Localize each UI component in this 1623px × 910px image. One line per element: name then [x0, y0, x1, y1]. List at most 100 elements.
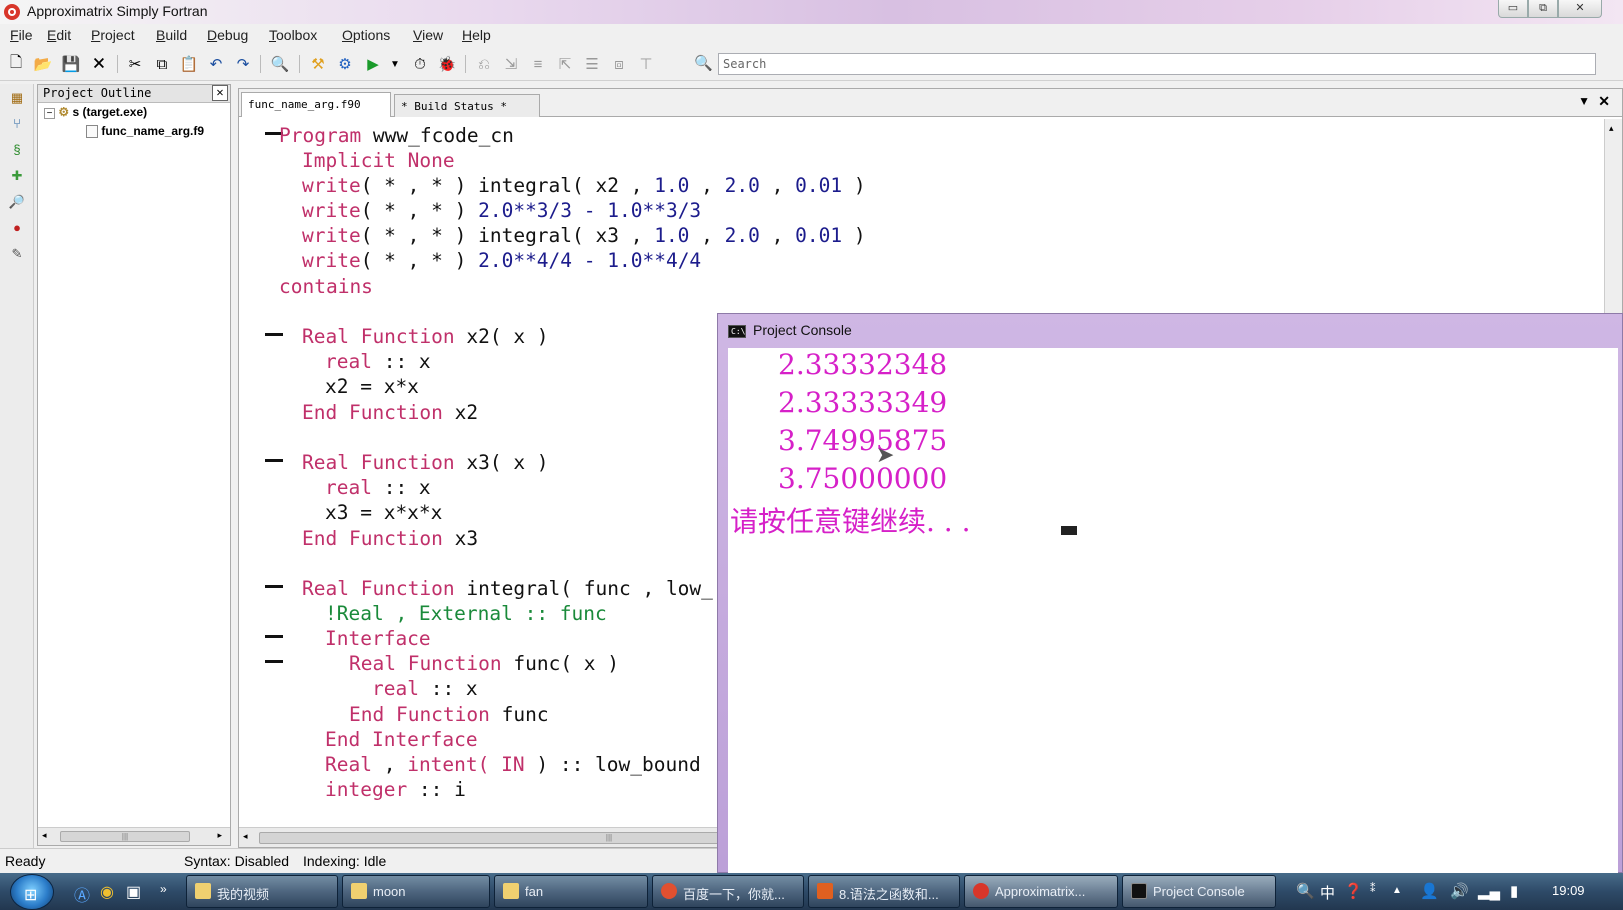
symbols-icon[interactable]: §	[7, 140, 27, 160]
step-into-icon[interactable]: ⇲	[501, 54, 521, 74]
code-line: End Interface	[325, 728, 478, 751]
app-logo-icon	[4, 4, 20, 20]
open-folder-icon[interactable]: 📂	[33, 54, 53, 74]
task-browser[interactable]: 百度一下，你就...	[652, 875, 804, 908]
menu-help[interactable]: Help	[462, 27, 491, 43]
network-icon[interactable]: ▂▄	[1478, 882, 1500, 900]
task-fan[interactable]: fan	[494, 875, 648, 908]
menu-view[interactable]: View	[413, 27, 443, 43]
hierarchy-icon[interactable]: ⑂	[7, 114, 27, 134]
save-icon[interactable]: 💾	[61, 54, 81, 74]
tray-expand-icon[interactable]: ▲	[1392, 885, 1402, 896]
find-icon[interactable]: 🔍	[270, 54, 290, 74]
tray-user-icon[interactable]: 👤	[1420, 882, 1439, 900]
code-line: Real Function integral( func , low_	[302, 577, 713, 600]
code-line: write( * , * ) integral( x2 , 1.0 , 2.0 …	[302, 174, 866, 197]
tab-close-icon[interactable]: ✕	[1598, 93, 1610, 110]
side-tool-strip: ▦ ⑂ § ✚ 🔎 ● ✎	[0, 84, 34, 854]
menu-debug[interactable]: Debug	[207, 27, 248, 43]
tree-file-label: func_name_arg.f9	[101, 124, 205, 138]
scroll-right-icon[interactable]: ▸	[217, 830, 222, 841]
console-title-bar[interactable]: C:\ Project Console	[718, 314, 1622, 346]
tab-build-status[interactable]: * Build Status *	[394, 94, 540, 117]
undo-icon[interactable]: ↶	[206, 54, 226, 74]
step-over-icon[interactable]: ≡	[528, 54, 548, 74]
tray-settings-icon[interactable]: ⁑	[1370, 882, 1376, 895]
console-output[interactable]: 2.33332348 2.33333349 3.74995875 3.75000…	[728, 348, 1618, 873]
tab-func-name-arg[interactable]: func_name_arg.f90	[241, 92, 391, 117]
task-project-console[interactable]: Project Console	[1122, 875, 1276, 908]
clock-icon[interactable]: ⏱	[410, 54, 430, 74]
scroll-left-icon[interactable]: ◂	[243, 831, 248, 842]
paste-icon[interactable]: 📋	[179, 54, 199, 74]
quick-launch-more-icon[interactable]: »	[160, 882, 167, 896]
power-icon[interactable]: ▮	[1510, 882, 1518, 900]
comment-icon[interactable]: ⊤	[636, 54, 656, 74]
puzzle-icon[interactable]: ✚	[7, 166, 27, 186]
tray-search-icon[interactable]: 🔍	[1296, 882, 1315, 900]
status-ready: Ready	[5, 853, 46, 869]
task-presentation[interactable]: 8.语法之函数和...	[808, 875, 960, 908]
build-icon[interactable]: ⚒	[308, 54, 328, 74]
search-files-icon[interactable]: 🔎	[7, 192, 27, 212]
code-line: write( * , * ) 2.0**3/3 - 1.0**3/3	[302, 199, 702, 222]
menu-build[interactable]: Build	[156, 27, 187, 43]
close-button[interactable]: ✕	[1558, 0, 1602, 18]
new-file-icon[interactable]: 🗋	[6, 54, 26, 74]
tree-file-item[interactable]: func_name_arg.f9	[86, 124, 205, 139]
step-icon[interactable]: ⎌	[474, 54, 494, 74]
tree-root-item[interactable]: − ⚙ s (target.exe)	[44, 105, 147, 119]
tools-icon[interactable]: ✎	[7, 244, 27, 264]
title-bar[interactable]: Approximatrix Simply Fortran ▭ ⧉ ✕	[0, 0, 1623, 24]
console-prompt: 请按任意键继续. . .	[730, 505, 971, 538]
copy-icon[interactable]: ⧉	[152, 54, 172, 74]
menu-edit[interactable]: Edit	[47, 27, 71, 43]
scroll-left-icon[interactable]: ◂	[42, 830, 47, 841]
menu-project[interactable]: Project	[91, 27, 135, 43]
project-console-window[interactable]: C:\ Project Console 2.33332348 2.3333334…	[717, 313, 1623, 873]
outline-scroll-thumb[interactable]: |||	[60, 831, 190, 842]
target-icon: ⚙	[58, 105, 70, 119]
start-button[interactable]: ⊞	[10, 874, 54, 910]
menu-toolbox[interactable]: Toolbox	[269, 27, 317, 43]
task-my-videos[interactable]: 我的视频	[186, 875, 338, 908]
tray-ime-indicator[interactable]: 中	[1320, 882, 1335, 903]
project-icon[interactable]: ▦	[7, 88, 27, 108]
task-moon[interactable]: moon	[342, 875, 490, 908]
chrome-icon[interactable]: ◉	[100, 882, 114, 902]
taskbar-clock[interactable]: 19:09	[1552, 883, 1585, 898]
menu-file[interactable]: File	[10, 27, 33, 43]
step-out-icon[interactable]: ⇱	[555, 54, 575, 74]
mouse-pointer-icon: ➤	[876, 442, 895, 467]
quick-launch-a-icon[interactable]: Ⓐ	[74, 882, 90, 906]
outline-horizontal-scrollbar[interactable]: ◂ ||| ▸	[38, 827, 230, 845]
breakpoints-icon[interactable]: ●	[7, 218, 27, 238]
cut-icon[interactable]: ✂	[125, 54, 145, 74]
console-icon: C:\	[728, 325, 746, 338]
run-icon[interactable]: ▶	[363, 54, 383, 74]
tray-help-icon[interactable]: ❓	[1344, 882, 1363, 900]
desktop-icon[interactable]: ▣	[126, 882, 141, 902]
run-dropdown-icon[interactable]: ▼	[385, 54, 405, 74]
code-line: End Function x3	[302, 527, 479, 550]
minimize-button[interactable]: ▭	[1498, 0, 1528, 18]
maximize-button[interactable]: ⧉	[1528, 0, 1558, 18]
volume-icon[interactable]: 🔊	[1450, 882, 1469, 900]
debug-icon[interactable]: 🐞	[437, 54, 457, 74]
gear-icon[interactable]: ⚙	[335, 54, 355, 74]
scroll-up-icon[interactable]: ▴	[1609, 123, 1614, 134]
search-icon[interactable]: 🔍	[694, 54, 714, 74]
window-title: Approximatrix Simply Fortran	[27, 3, 208, 19]
indent-icon[interactable]: ☰	[582, 54, 602, 74]
close-file-icon[interactable]: 🗙	[89, 54, 109, 74]
redo-icon[interactable]: ↷	[233, 54, 253, 74]
outdent-icon[interactable]: ⧈	[609, 54, 629, 74]
menu-options[interactable]: Options	[342, 27, 390, 43]
outline-close-button[interactable]: ✕	[212, 85, 228, 101]
console-cursor	[1061, 526, 1077, 535]
code-line: write( * , * ) integral( x3 , 1.0 , 2.0 …	[302, 224, 866, 247]
tab-list-dropdown-icon[interactable]: ▼	[1578, 94, 1590, 108]
search-input[interactable]: Search	[718, 53, 1596, 75]
collapse-icon[interactable]: −	[44, 108, 55, 119]
task-approximatrix[interactable]: Approximatrix...	[964, 875, 1118, 908]
